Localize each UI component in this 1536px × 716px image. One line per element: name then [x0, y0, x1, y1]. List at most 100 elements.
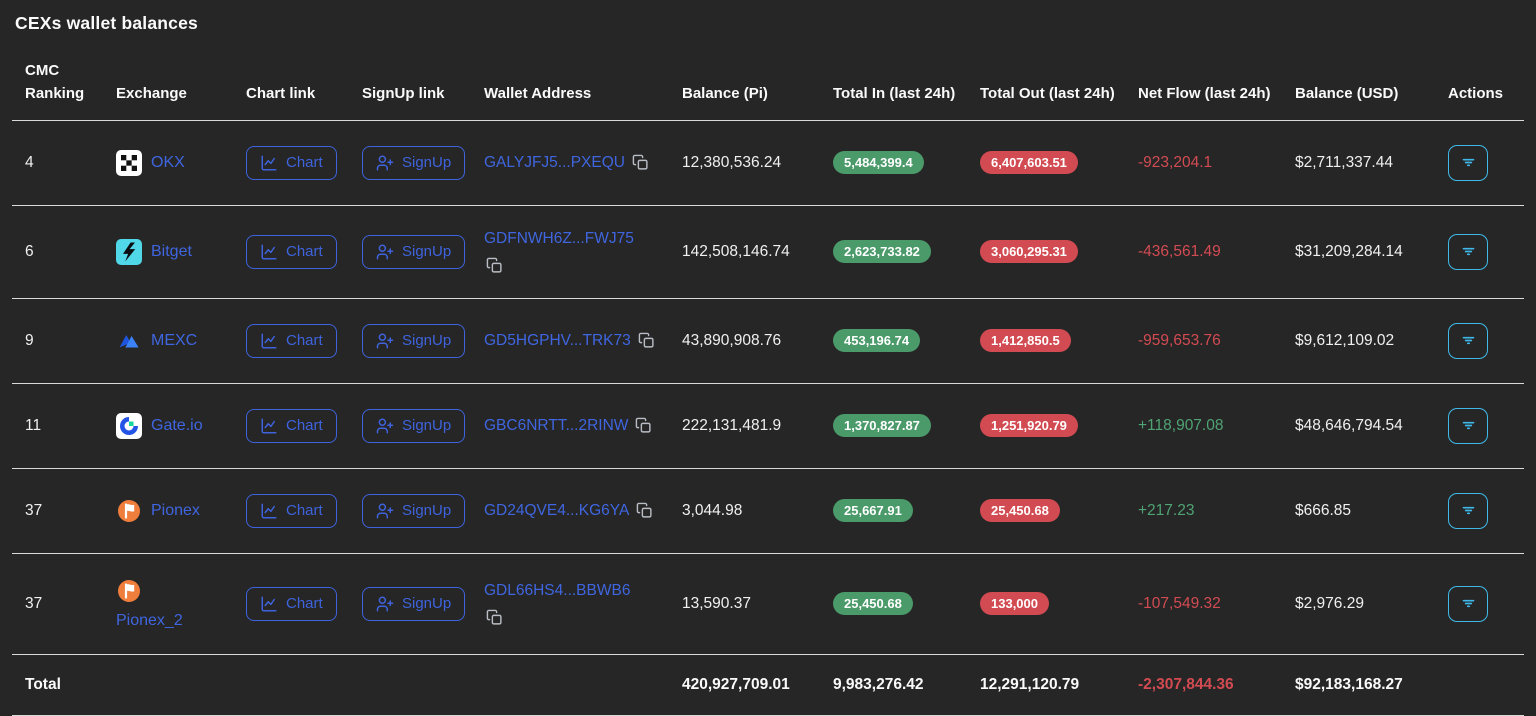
copy-address-button[interactable] [638, 332, 655, 349]
total-row: Total 420,927,709.01 9,983,276.42 12,291… [12, 654, 1524, 715]
cex-balances-table: CMC Ranking Exchange Chart link SignUp l… [12, 59, 1524, 716]
chart-line-icon [260, 243, 278, 261]
filter-icon [1460, 595, 1477, 612]
total-in-cell: 25,450.68 [833, 553, 980, 654]
signup-button[interactable]: SignUp [362, 324, 465, 358]
balance-usd-cell: $48,646,794.54 [1295, 383, 1448, 468]
exchange-link[interactable]: Pionex [151, 502, 200, 520]
chart-link-cell: Chart [246, 383, 362, 468]
chart-button[interactable]: Chart [246, 324, 337, 358]
signup-button-label: SignUp [402, 154, 451, 171]
net-flow-value: +118,907.08 [1138, 417, 1223, 434]
chart-button-label: Chart [286, 154, 323, 171]
exchange-cell: Pionex_2 [116, 553, 246, 654]
chart-button[interactable]: Chart [246, 494, 337, 528]
mexc-logo-icon [116, 328, 142, 354]
copy-address-button[interactable] [636, 502, 653, 519]
signup-link-cell: SignUp [362, 298, 484, 383]
copy-icon [635, 417, 652, 434]
exchange-link[interactable]: Bitget [151, 243, 192, 261]
col-total-in: Total In (last 24h) [833, 59, 980, 120]
total-in-cell: 2,623,733.82 [833, 205, 980, 298]
exchange-link[interactable]: Pionex_2 [116, 612, 183, 630]
chart-button-label: Chart [286, 243, 323, 260]
actions-cell [1448, 468, 1524, 553]
signup-link-cell: SignUp [362, 383, 484, 468]
copy-address-button[interactable] [635, 417, 652, 434]
total-out: 12,291,120.79 [980, 654, 1138, 715]
row-actions-button[interactable] [1448, 493, 1488, 529]
total-in-cell: 453,196.74 [833, 298, 980, 383]
filter-icon [1460, 417, 1477, 434]
col-signup-link: SignUp link [362, 59, 484, 120]
chart-button[interactable]: Chart [246, 587, 337, 621]
signup-link-cell: SignUp [362, 205, 484, 298]
col-actions: Actions [1448, 59, 1524, 120]
chart-button[interactable]: Chart [246, 235, 337, 269]
total-in-badge: 25,450.68 [833, 592, 913, 615]
copy-address-button[interactable] [486, 257, 503, 274]
wallet-address-link[interactable]: GBC6NRTT...2RINW [484, 417, 628, 434]
col-chart-link: Chart link [246, 59, 362, 120]
row-actions-button[interactable] [1448, 586, 1488, 622]
table-row: 4 OKX Chart SignUp GALYJFJ5...PXEQU 12,3… [12, 120, 1524, 205]
exchange: Bitget [116, 239, 236, 265]
user-plus-icon [376, 332, 394, 350]
row-actions-button[interactable] [1448, 234, 1488, 270]
total-balance-usd: $92,183,168.27 [1295, 654, 1448, 715]
wallet-address-link[interactable]: GD24QVE4...KG6YA [484, 502, 629, 519]
signup-link-cell: SignUp [362, 120, 484, 205]
chart-link-cell: Chart [246, 298, 362, 383]
total-in-cell: 1,370,827.87 [833, 383, 980, 468]
wallet-address-link[interactable]: GDFNWH6Z...FWJ75 [484, 230, 634, 247]
signup-button[interactable]: SignUp [362, 146, 465, 180]
signup-button[interactable]: SignUp [362, 494, 465, 528]
table-row: 11 Gate.io Chart SignUp GBC6NRTT...2RINW… [12, 383, 1524, 468]
total-in-badge: 1,370,827.87 [833, 414, 931, 437]
table-header: CMC Ranking Exchange Chart link SignUp l… [12, 59, 1524, 120]
signup-button[interactable]: SignUp [362, 587, 465, 621]
wallet-address-cell: GD24QVE4...KG6YA [484, 468, 682, 553]
exchange-link[interactable]: OKX [151, 154, 185, 172]
balance-usd-cell: $31,209,284.14 [1295, 205, 1448, 298]
wallet-address-link[interactable]: GALYJFJ5...PXEQU [484, 154, 625, 171]
net-flow-value: -436,561.49 [1138, 243, 1221, 260]
wallet-address-cell: GDL66HS4...BBWB6 [484, 553, 682, 654]
chart-button[interactable]: Chart [246, 409, 337, 443]
total-out-cell: 6,407,603.51 [980, 120, 1138, 205]
wallet-address-link[interactable]: GD5HGPHV...TRK73 [484, 332, 631, 349]
total-out-cell: 25,450.68 [980, 468, 1138, 553]
total-in-badge: 453,196.74 [833, 329, 920, 352]
signup-button-label: SignUp [402, 417, 451, 434]
row-actions-button[interactable] [1448, 145, 1488, 181]
copy-address-button[interactable] [632, 154, 649, 171]
actions-cell [1448, 298, 1524, 383]
exchange-link[interactable]: MEXC [151, 332, 197, 350]
wallet-address-link[interactable]: GDL66HS4...BBWB6 [484, 582, 630, 599]
exchange-cell: Pionex [116, 468, 246, 553]
wallet-address-cell: GDFNWH6Z...FWJ75 [484, 205, 682, 298]
row-actions-button[interactable] [1448, 323, 1488, 359]
balance-pi-cell: 222,131,481.9 [682, 383, 833, 468]
total-in: 9,983,276.42 [833, 654, 980, 715]
total-balance-pi: 420,927,709.01 [682, 654, 833, 715]
chart-button-label: Chart [286, 417, 323, 434]
chart-line-icon [260, 502, 278, 520]
signup-button[interactable]: SignUp [362, 235, 465, 269]
row-actions-button[interactable] [1448, 408, 1488, 444]
cmc-ranking-cell: 37 [12, 468, 116, 553]
exchange-link[interactable]: Gate.io [151, 417, 203, 435]
copy-icon [636, 502, 653, 519]
chart-button[interactable]: Chart [246, 146, 337, 180]
net-flow-cell: -923,204.1 [1138, 120, 1295, 205]
copy-icon [632, 154, 649, 171]
col-wallet-address: Wallet Address [484, 59, 682, 120]
balance-usd-cell: $9,612,109.02 [1295, 298, 1448, 383]
signup-button[interactable]: SignUp [362, 409, 465, 443]
balance-pi-cell: 12,380,536.24 [682, 120, 833, 205]
total-out-cell: 3,060,295.31 [980, 205, 1138, 298]
copy-address-button[interactable] [486, 609, 503, 626]
signup-button-label: SignUp [402, 595, 451, 612]
filter-icon [1460, 243, 1477, 260]
net-flow-cell: -107,549.32 [1138, 553, 1295, 654]
